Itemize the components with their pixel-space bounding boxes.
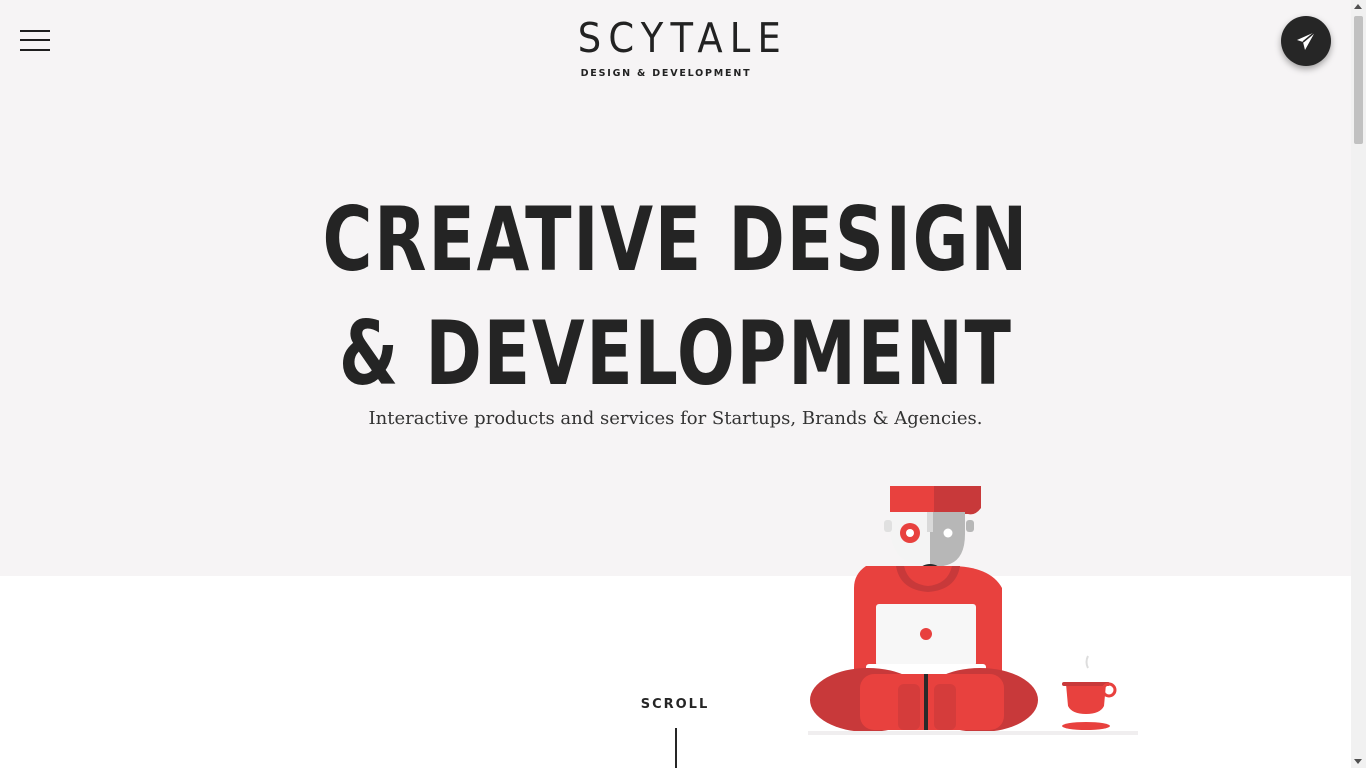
logo-tagline: DESIGN & DEVELOPMENT (580, 68, 752, 79)
hero-headline-line1: CREATIVE DESIGN (322, 188, 1029, 291)
scroll-indicator-line (675, 728, 677, 768)
page-scrollbar[interactable] (1351, 0, 1366, 768)
logo-wordmark: SCYTALE (577, 14, 789, 62)
menu-line (20, 49, 50, 51)
developer-illustration (808, 486, 1138, 735)
paper-plane-icon (1297, 31, 1316, 50)
contact-button[interactable] (1281, 16, 1331, 66)
scroll-down-arrow-icon[interactable] (1354, 759, 1362, 764)
scrollbar-thumb[interactable] (1354, 16, 1363, 144)
scroll-up-arrow-icon[interactable] (1354, 4, 1362, 9)
hero-headline-line2: & DEVELOPMENT (338, 302, 1013, 405)
scroll-label[interactable]: SCROLL (630, 697, 720, 712)
menu-line (20, 39, 50, 41)
hero-subtitle: Interactive products and services for St… (368, 408, 983, 429)
site-logo[interactable]: SCYTALE DESIGN & DEVELOPMENT (560, 14, 789, 79)
hamburger-menu-icon[interactable] (18, 28, 52, 54)
menu-line (20, 30, 50, 32)
